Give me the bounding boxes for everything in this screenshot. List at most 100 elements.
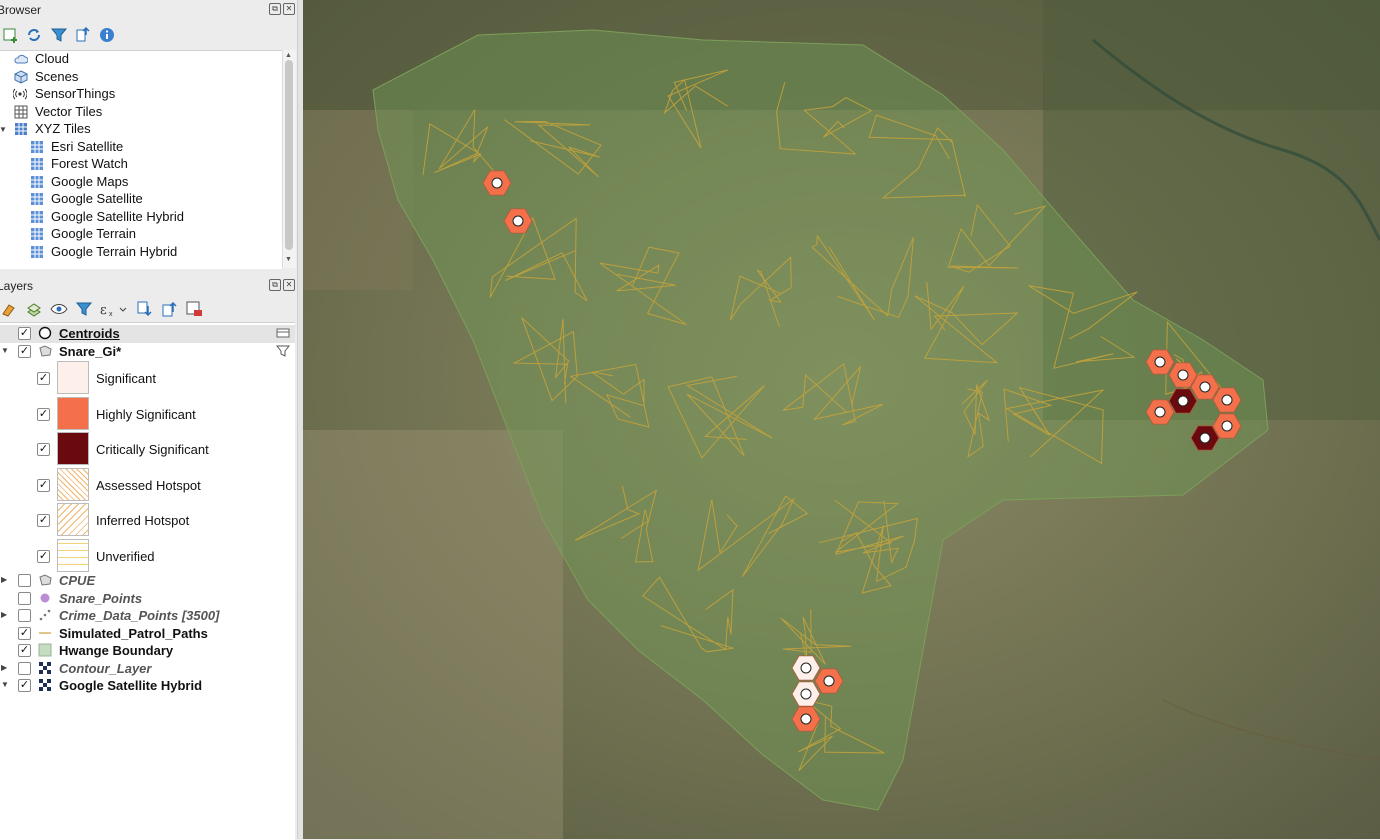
centroid-point[interactable] <box>800 662 812 674</box>
basemap-terrain-southwest <box>303 430 563 839</box>
tile-icon <box>31 193 43 205</box>
layer-visibility-checkbox[interactable] <box>18 609 31 622</box>
centroid-point[interactable] <box>1154 406 1166 418</box>
browser-dock-title: Browser ⧉ ✕ <box>0 0 297 20</box>
layer-label: CPUE <box>59 573 96 588</box>
layer-crime-data-points[interactable]: ▶ Crime_Data_Points [3500] <box>0 607 295 625</box>
browser-item-label: Google Terrain Hybrid <box>51 243 178 259</box>
refresh-icon[interactable] <box>25 26 43 44</box>
browser-item-label: Google Terrain <box>51 226 137 241</box>
browser-item-label: Cloud <box>35 51 69 66</box>
layer-visibility-checkbox[interactable]: ✓ <box>18 679 31 692</box>
layer-label: Simulated_Patrol_Paths <box>59 625 208 641</box>
scroll-up-icon[interactable]: ▲ <box>285 52 292 59</box>
layer-contour[interactable]: ▶ Contour_Layer <box>0 660 295 678</box>
layer-visibility-checkbox[interactable] <box>18 661 31 675</box>
legend-checkbox[interactable]: ✓ <box>37 549 50 563</box>
expand-arrow-icon[interactable]: ▼ <box>0 125 7 134</box>
close-dock-icon[interactable]: ✕ <box>283 279 295 291</box>
add-selected-layers-icon[interactable] <box>2 26 20 44</box>
scroll-down-icon[interactable]: ▼ <box>285 256 292 263</box>
point-layer-icon <box>40 593 50 602</box>
layer-centroids[interactable]: ✓ Centroids <box>0 325 295 343</box>
centroid-point[interactable] <box>1221 420 1233 432</box>
centroid-point[interactable] <box>800 713 812 725</box>
filter-icon[interactable] <box>50 26 68 44</box>
tile-icon <box>31 228 43 240</box>
centroid-point[interactable] <box>1221 394 1233 406</box>
browser-toolbar <box>0 22 297 48</box>
collapse-all-icon[interactable] <box>160 300 178 318</box>
legend-unverified[interactable]: ✓ Unverified <box>0 538 295 574</box>
legend-label: Assessed Hotspot <box>96 477 201 493</box>
legend-checkbox[interactable]: ✓ <box>37 478 50 492</box>
layer-simulated-patrol-paths[interactable]: ✓ Simulated_Patrol_Paths <box>0 625 295 643</box>
legend-critically-significant[interactable]: ✓ Critically Significant <box>0 432 295 467</box>
centroid-point[interactable] <box>1177 369 1189 381</box>
float-dock-icon[interactable]: ⧉ <box>269 3 281 15</box>
browser-item-label: Google Satellite <box>51 191 143 206</box>
legend-label: Inferred Hotspot <box>96 513 190 528</box>
svg-text:ε: ε <box>100 303 107 318</box>
centroid-point[interactable] <box>512 215 524 227</box>
collapse-arrow-icon[interactable]: ▼ <box>1 346 9 355</box>
line-layer-icon <box>39 631 51 634</box>
scrollbar-thumb[interactable] <box>285 60 293 250</box>
expand-arrow-icon[interactable]: ▶ <box>1 663 7 672</box>
centroid-point[interactable] <box>1199 381 1211 393</box>
layer-visibility-checkbox[interactable]: ✓ <box>18 626 31 640</box>
remove-layer-icon[interactable] <box>185 300 203 318</box>
layer-snare-gi[interactable]: ▼ ✓ Snare_Gi* <box>0 343 295 361</box>
sensor-icon <box>13 88 27 100</box>
layer-label: Hwange Boundary <box>59 643 174 658</box>
layer-visibility-checkbox[interactable]: ✓ <box>18 327 31 340</box>
browser-title: Browser <box>0 3 42 17</box>
legend-inferred-hotspot[interactable]: ✓ Inferred Hotspot <box>0 503 295 538</box>
legend-checkbox[interactable]: ✓ <box>37 514 50 527</box>
centroid-point[interactable] <box>823 675 835 687</box>
legend-assessed-hotspot[interactable]: ✓ Assessed Hotspot <box>0 467 295 503</box>
layer-snare-points[interactable]: Snare_Points <box>0 590 295 608</box>
layer-google-satellite-hybrid[interactable]: ▼ ✓ Google Satellite Hybrid <box>0 677 295 695</box>
legend-highly-significant[interactable]: ✓ Highly Significant <box>0 396 295 432</box>
legend-swatch <box>57 538 89 572</box>
expand-all-icon[interactable] <box>135 300 153 318</box>
layer-label: Snare_Gi* <box>59 344 122 359</box>
expand-arrow-icon[interactable]: ▶ <box>1 610 7 619</box>
legend-checkbox[interactable]: ✓ <box>37 407 50 421</box>
filter-legend-icon[interactable] <box>75 300 93 318</box>
layer-cpue[interactable]: ▶ CPUE <box>0 572 295 590</box>
multipoint-layer-icon <box>39 609 51 621</box>
filter-icon[interactable] <box>276 344 290 358</box>
add-group-icon[interactable] <box>25 300 43 318</box>
browser-scrollbar[interactable]: ▲ ▼ <box>282 50 296 268</box>
visibility-eye-icon[interactable] <box>50 300 68 318</box>
centroid-point[interactable] <box>1177 395 1189 407</box>
centroid-point[interactable] <box>1199 432 1211 444</box>
collapse-arrow-icon[interactable]: ▼ <box>1 680 9 689</box>
layer-hwange-boundary[interactable]: ✓ Hwange Boundary <box>0 642 295 660</box>
legend-checkbox[interactable]: ✓ <box>37 372 50 385</box>
layer-visibility-checkbox[interactable] <box>18 574 31 587</box>
centroid-point[interactable] <box>1154 356 1166 368</box>
layers-title: Layers <box>0 279 34 293</box>
map-canvas[interactable] <box>303 0 1380 839</box>
layer-visibility-checkbox[interactable]: ✓ <box>18 345 31 358</box>
centroid-point[interactable] <box>491 177 503 189</box>
legend-significant[interactable]: ✓ Significant <box>0 361 295 396</box>
info-icon[interactable] <box>98 26 116 44</box>
expand-arrow-icon[interactable]: ▶ <box>1 575 7 584</box>
float-dock-icon[interactable]: ⧉ <box>269 279 281 291</box>
polygon-layer-icon <box>39 574 52 586</box>
close-dock-icon[interactable]: ✕ <box>283 3 295 15</box>
expression-filter-icon[interactable]: εx <box>98 300 128 318</box>
legend-label: Significant <box>96 371 156 386</box>
collapse-all-icon[interactable] <box>74 26 92 44</box>
legend-checkbox[interactable]: ✓ <box>37 443 50 456</box>
legend-swatch <box>57 467 89 501</box>
layer-visibility-checkbox[interactable] <box>18 591 31 605</box>
style-panel-icon[interactable] <box>0 300 18 318</box>
layer-visibility-checkbox[interactable]: ✓ <box>18 644 31 657</box>
centroid-point[interactable] <box>800 688 812 700</box>
open-attribute-table-icon[interactable] <box>276 326 290 340</box>
